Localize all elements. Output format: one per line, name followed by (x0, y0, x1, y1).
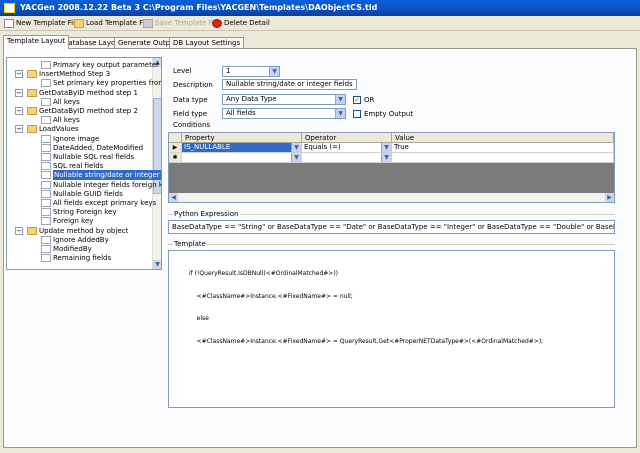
folder-icon (41, 79, 51, 88)
folder-icon (27, 226, 37, 235)
template-line: <#ClassName#>Instance.<#FixedName#> = nu… (189, 292, 353, 300)
datatype-label: Data type (173, 96, 208, 104)
empty-output-checkbox[interactable] (353, 110, 361, 118)
folder-icon (41, 208, 51, 217)
scroll-right-icon[interactable]: ▶ (605, 193, 614, 202)
expand-icon[interactable]: − (15, 70, 23, 79)
column-header-operator[interactable]: Operator (302, 133, 392, 143)
dropdown-icon[interactable]: ▼ (335, 109, 345, 118)
property-cell[interactable]: ▼ (182, 153, 302, 163)
dropdown-icon[interactable]: ▼ (291, 153, 301, 162)
folder-icon (41, 189, 51, 198)
tab-strip: Template Layout Database Layout Generate… (3, 35, 637, 49)
window-title: YACGen 2008.12.22 Beta 3 C:\Program File… (20, 3, 378, 12)
template-label: Template (173, 240, 207, 248)
operator-cell[interactable]: Equals (=) ▼ (302, 143, 392, 153)
dropdown-icon[interactable]: ▼ (381, 153, 391, 162)
column-header-value[interactable]: Value (392, 133, 614, 143)
grid-hscrollbar[interactable]: ◀ ▶ (169, 193, 614, 202)
tab-template-layout[interactable]: Template Layout (3, 35, 69, 49)
folder-icon (41, 217, 51, 226)
template-line: if (!QueryResult.IsDBNull(<#OrdinalMatch… (189, 270, 339, 277)
folder-icon (27, 70, 37, 79)
folder-icon (41, 162, 51, 171)
level-select[interactable]: 1 ▼ (222, 66, 280, 77)
folder-icon (41, 235, 51, 244)
template-line: else (189, 315, 209, 322)
description-label: Description (173, 81, 213, 89)
title-bar: YACGen 2008.12.22 Beta 3 C:\Program File… (0, 0, 640, 16)
delete-detail-button[interactable]: Delete Detail (212, 17, 270, 30)
folder-icon (41, 245, 51, 253)
conditions-grid[interactable]: Property Operator Value ▶ IS_NULLABLE ▼ … (168, 132, 615, 203)
datatype-select[interactable]: Any Data Type ▼ (222, 94, 346, 105)
operator-cell[interactable]: ▼ (302, 153, 392, 163)
conditions-label: Conditions (173, 121, 211, 129)
scroll-down-icon[interactable]: ▼ (153, 260, 161, 269)
dropdown-icon[interactable]: ▼ (291, 143, 301, 152)
expand-icon[interactable]: − (15, 88, 23, 97)
empty-output-label: Empty Output (364, 110, 414, 118)
folder-icon (41, 199, 51, 207)
expand-icon[interactable]: − (15, 107, 23, 115)
expand-icon[interactable]: − (15, 226, 23, 235)
template-editor[interactable]: if (!QueryResult.IsDBNull(<#OrdinalMatch… (168, 250, 615, 408)
dropdown-icon[interactable]: ▼ (381, 143, 391, 152)
save-template-button[interactable]: Save Template File (143, 17, 220, 30)
new-file-icon (4, 19, 14, 28)
template-tree[interactable]: ▲ ▼ Primary key output parameter − InsertM… (6, 57, 162, 270)
folder-icon (41, 61, 51, 69)
save-file-icon (143, 19, 153, 28)
folder-icon (41, 134, 51, 143)
load-file-icon (74, 19, 84, 28)
or-checkbox[interactable]: ✓ (353, 96, 361, 104)
folder-icon (41, 143, 51, 152)
new-row-marker[interactable]: ✱ (169, 153, 182, 163)
fieldtype-label: Field type (173, 110, 208, 118)
or-label: OR (364, 96, 375, 104)
value-cell[interactable] (392, 153, 614, 163)
tree-item-label: Remaining fields (53, 254, 112, 263)
check-icon: ✓ (354, 96, 360, 104)
dropdown-icon[interactable]: ▼ (269, 67, 279, 76)
tree-scrollbar[interactable]: ▲ ▼ (152, 58, 161, 269)
value-cell[interactable]: True (392, 143, 614, 153)
folder-icon (41, 97, 51, 106)
property-cell[interactable]: IS_NULLABLE ▼ (182, 143, 302, 153)
level-label: Level (173, 67, 192, 75)
expand-icon[interactable]: − (15, 125, 23, 134)
template-line: <#ClassName#>Instance.<#FixedName#> = Qu… (189, 337, 544, 345)
folder-icon (41, 171, 51, 180)
new-template-button[interactable]: New Template File (4, 17, 79, 30)
row-marker[interactable]: ▶ (169, 143, 182, 153)
folder-icon (41, 116, 51, 125)
folder-icon (41, 153, 51, 161)
folder-icon (41, 180, 51, 189)
fieldtype-select[interactable]: All fields ▼ (222, 108, 346, 119)
python-expression-field[interactable]: BaseDataType == "String" or BaseDataType… (168, 220, 615, 234)
toolbar: New Template File Load Template File Sav… (0, 16, 640, 31)
description-field[interactable]: Nullable string/date or integer fields (222, 79, 357, 90)
folder-icon (27, 107, 37, 115)
folder-icon (41, 254, 51, 263)
folder-icon (27, 125, 37, 134)
delete-icon (212, 19, 222, 28)
load-template-button[interactable]: Load Template File (74, 17, 151, 30)
column-header-property[interactable]: Property (182, 133, 302, 143)
app-icon (4, 3, 15, 13)
folder-icon (27, 88, 37, 97)
scroll-left-icon[interactable]: ◀ (169, 193, 178, 202)
dropdown-icon[interactable]: ▼ (335, 95, 345, 104)
grid-corner (169, 133, 182, 143)
python-label: Python Expression (173, 210, 240, 218)
template-group (168, 244, 615, 245)
